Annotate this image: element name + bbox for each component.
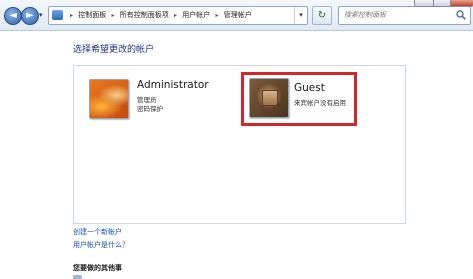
account-tile-guest[interactable]: Guest 来宾帐户没有启用	[241, 72, 357, 126]
breadcrumb-control-panel[interactable]: 控制面板	[78, 11, 106, 19]
control-panel-icon	[52, 10, 63, 20]
back-arrow-icon: ◄	[9, 10, 17, 21]
account-list: Administrator 管理员 密码保护 Guest 来宾帐户没有启用	[73, 65, 406, 224]
other-tasks-heading: 您要做的其他事	[73, 264, 122, 272]
address-history-dropdown-icon[interactable]: ▾	[294, 7, 307, 24]
search-placeholder: 搜索控制面板	[344, 11, 386, 19]
account-name: Guest	[294, 82, 325, 94]
breadcrumb-all-items[interactable]: 所有控制面板项	[120, 11, 169, 19]
account-status: 密码保护	[137, 105, 163, 113]
back-button[interactable]: ◄	[4, 7, 22, 25]
close-button[interactable]	[450, 0, 473, 7]
breadcrumb-separator[interactable]: ▸	[215, 12, 218, 19]
create-account-link[interactable]: 创建一个新帐户	[73, 227, 122, 237]
search-input[interactable]: 搜索控制面板	[338, 6, 471, 25]
account-tile-administrator[interactable]: Administrator 管理员 密码保护	[85, 76, 225, 120]
maximize-button[interactable]	[433, 0, 451, 7]
breadcrumb: ▸ 控制面板 ▸ 所有控制面板项 ▸ 用户帐户 ▸ 管理帐户	[67, 7, 252, 24]
task-bullet-icon	[73, 275, 82, 279]
breadcrumb-separator[interactable]: ▸	[111, 12, 114, 19]
search-icon[interactable]	[456, 10, 466, 20]
refresh-button[interactable]: ↻	[312, 6, 332, 25]
suitcase-avatar-icon	[249, 78, 289, 118]
forward-button[interactable]: ►	[21, 7, 39, 25]
flower-avatar-icon	[89, 79, 129, 119]
refresh-icon: ↻	[317, 10, 327, 21]
breadcrumb-separator[interactable]: ▸	[70, 12, 73, 19]
minimize-button[interactable]	[414, 0, 434, 7]
breadcrumb-manage-accounts[interactable]: 管理帐户	[224, 11, 252, 19]
forward-arrow-icon: ►	[26, 10, 34, 21]
what-is-account-link[interactable]: 用户帐户是什么？	[73, 240, 129, 250]
breadcrumb-separator[interactable]: ▸	[174, 12, 177, 19]
recent-pages-dropdown-icon[interactable]: ▾	[39, 11, 43, 19]
suitcase-icon	[262, 90, 278, 106]
account-name: Administrator	[137, 79, 209, 91]
account-status: 来宾帐户没有启用	[294, 99, 346, 107]
breadcrumb-user-accounts[interactable]: 用户帐户	[182, 11, 210, 19]
navigation-toolbar: ◄ ► ▾ ▸ 控制面板 ▸ 所有控制面板项 ▸ 用户帐户 ▸ 管理帐户 ▾ ↻…	[0, 0, 473, 31]
address-bar[interactable]: ▸ 控制面板 ▸ 所有控制面板项 ▸ 用户帐户 ▸ 管理帐户 ▾	[48, 6, 308, 25]
page-title: 选择希望更改的帐户	[73, 45, 155, 55]
